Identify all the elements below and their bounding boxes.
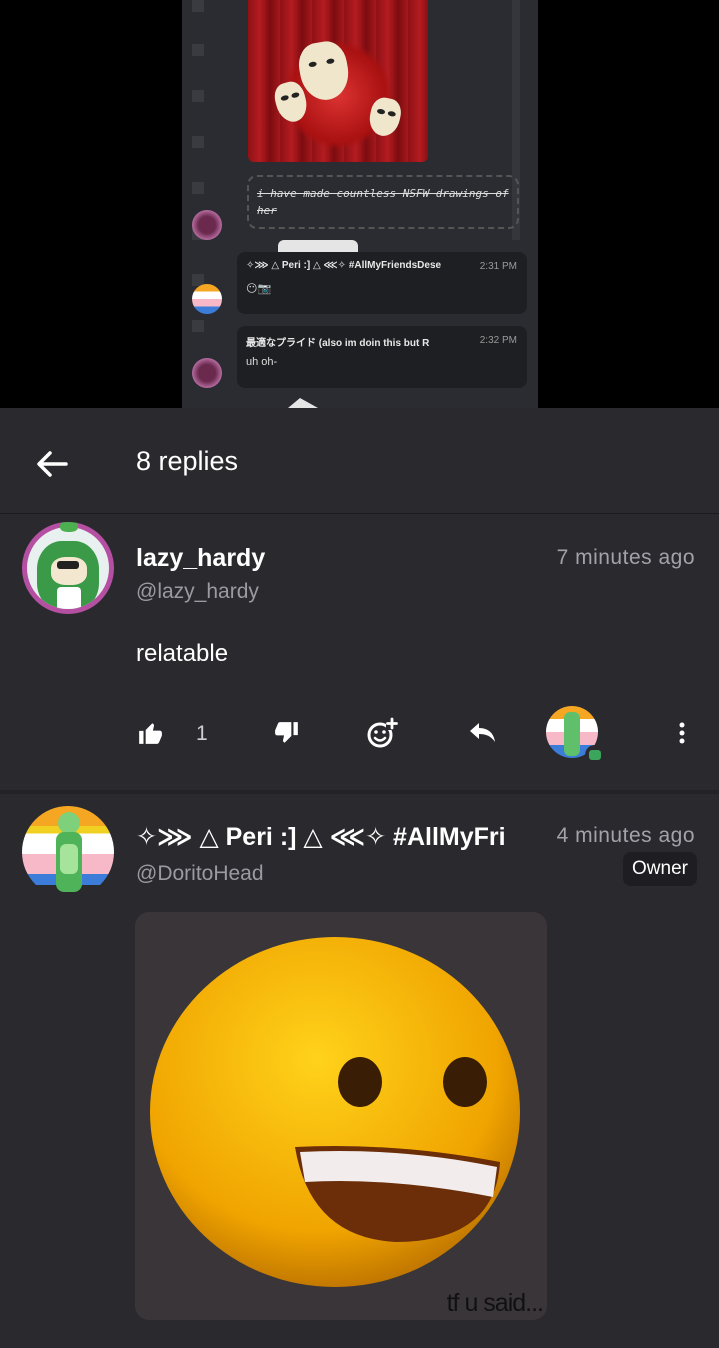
chat-avatar [192,210,222,240]
arrow-left-icon [37,451,68,477]
gif-image[interactable]: tf u said... [135,912,547,1320]
like-count: 1 [196,722,208,745]
replies-header: 8 replies [0,408,719,514]
reply-button[interactable] [462,713,502,753]
chat-message: ✧⋙ △ Peri :] △ ⋘✧ #AllMyFriendsDese 2:31… [237,252,527,314]
comment-item: lazy_hardy @lazy_hardy 7 minutes ago rel… [0,514,719,790]
comment-time: 4 minutes ago [556,824,695,847]
chat-screenshot-image: i have made countless NSFW drawings of h… [182,0,538,408]
theatre-masks-image [248,0,428,162]
comment-text: relatable [136,640,229,667]
page-title: 8 replies [136,446,239,476]
emoji-add-icon [367,717,398,748]
username[interactable]: lazy_hardy [136,544,265,573]
online-status-icon [585,745,605,765]
chat-avatar [192,358,222,388]
avatar[interactable] [22,806,114,898]
gif-caption: tf u said... [446,1289,544,1317]
comment-item: ✧⋙ △ Peri :] △ ⋘✧ #AllMyFri @DoritoHead … [0,794,719,1348]
add-reaction-button[interactable] [362,713,402,753]
grinning-emoji-gif [150,937,520,1287]
user-handle: @DoritoHead [136,862,264,885]
avatar[interactable] [22,522,114,614]
like-button[interactable] [130,713,170,753]
thumbs-down-icon [275,722,298,743]
chat-message: 最適なプライド (also im doin this but R 2:32 PM… [237,326,527,388]
chat-avatar [192,284,222,314]
back-button[interactable] [32,444,72,484]
dislike-button[interactable] [267,713,307,753]
strikethrough-message: i have made countless NSFW drawings of h… [247,175,519,229]
media-preview[interactable]: i have made countless NSFW drawings of h… [0,0,719,408]
more-options-button[interactable] [662,713,702,753]
thumbs-up-icon [139,723,162,744]
reply-icon [470,723,495,742]
more-vertical-icon [679,722,685,744]
username[interactable]: ✧⋙ △ Peri :] △ ⋘✧ #AllMyFri [136,822,522,852]
owner-badge: Owner [623,852,697,886]
user-handle: @lazy_hardy [136,580,259,603]
comment-time: 7 minutes ago [556,546,695,569]
